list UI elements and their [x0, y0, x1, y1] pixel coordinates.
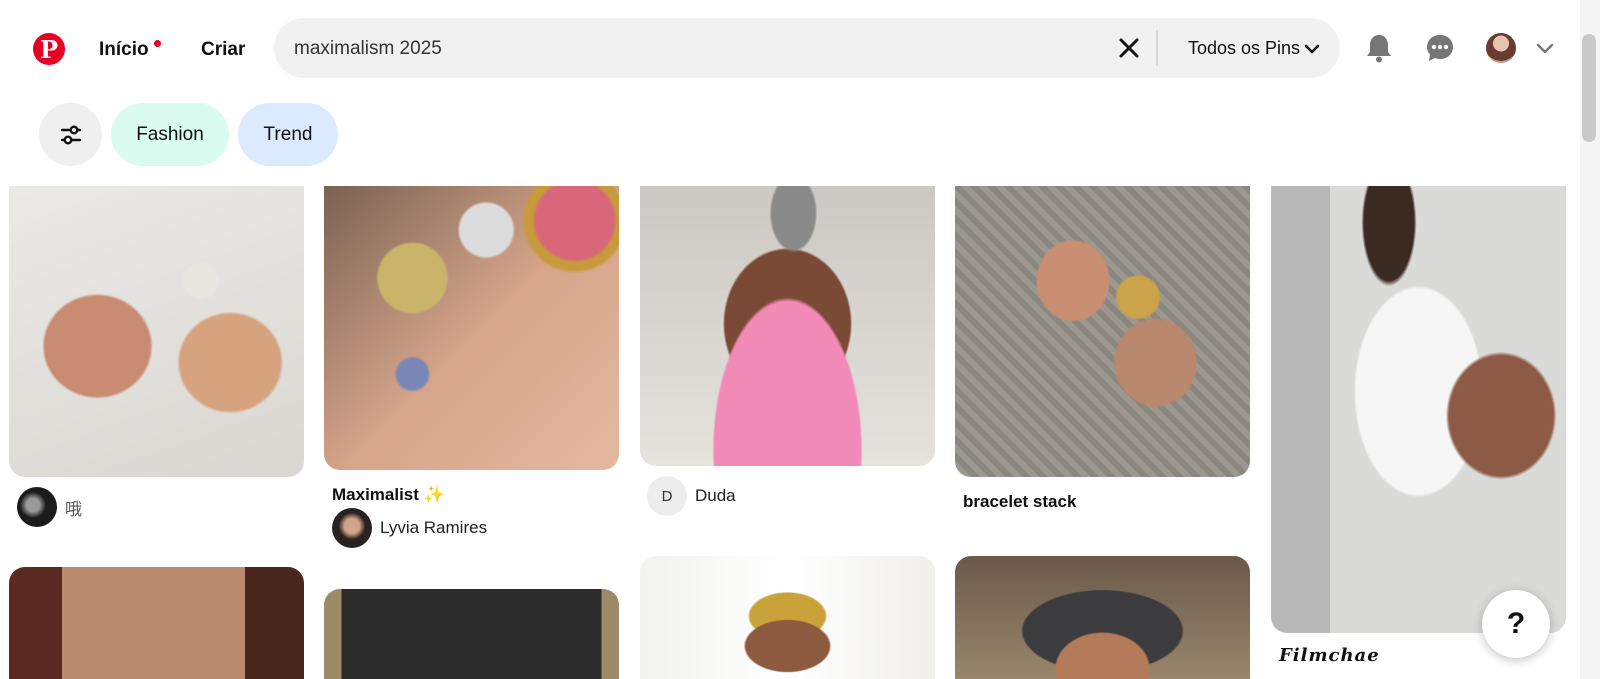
search-divider	[1156, 30, 1158, 66]
pin-image[interactable]	[640, 150, 935, 466]
help-button[interactable]: ?	[1482, 590, 1550, 658]
pin-title[interactable]: Maximalist ✨	[332, 485, 445, 505]
chevron-down-icon[interactable]	[1536, 42, 1554, 54]
pin-image[interactable]	[640, 556, 935, 679]
pin-image[interactable]	[324, 150, 619, 470]
scrollbar-thumb[interactable]	[1582, 34, 1596, 142]
notifications-button[interactable]	[1363, 32, 1395, 64]
pin-image[interactable]	[324, 589, 619, 679]
bell-icon	[1367, 35, 1391, 63]
top-bar: P Início Criar maximalism 2025 Todos os …	[0, 0, 1580, 98]
pin-title[interactable]: bracelet stack	[963, 492, 1076, 512]
pin-image[interactable]	[955, 150, 1250, 477]
pin-image[interactable]	[955, 556, 1250, 679]
nav-home[interactable]: Início	[99, 39, 149, 61]
filter-settings-button[interactable]	[39, 103, 102, 166]
notification-dot	[154, 40, 161, 47]
avatar: D	[647, 476, 687, 516]
pin-author[interactable]: 哦	[17, 487, 82, 527]
pin-title[interactable]: 𝑭𝒊𝒍𝒎𝒄𝒉𝒂𝒆	[1279, 645, 1380, 666]
chip-fashion[interactable]: Fashion	[111, 103, 229, 166]
pin-author[interactable]: D Duda	[647, 476, 736, 516]
search-input[interactable]: maximalism 2025	[294, 38, 442, 60]
sliders-icon	[60, 125, 81, 144]
close-icon[interactable]	[1116, 35, 1142, 61]
chip-trend[interactable]: Trend	[238, 103, 338, 166]
chevron-down-icon[interactable]	[1304, 43, 1320, 55]
nav-create[interactable]: Criar	[201, 39, 245, 61]
messages-button[interactable]	[1424, 32, 1456, 64]
filter-bar: Fashion Trend	[0, 98, 1580, 186]
user-avatar[interactable]	[1486, 33, 1516, 63]
avatar	[332, 508, 372, 548]
pin-image[interactable]	[9, 150, 304, 477]
search-scope-dropdown[interactable]: Todos os Pins	[1188, 38, 1300, 59]
avatar	[17, 487, 57, 527]
pin-author[interactable]: Lyvia Ramires	[332, 508, 487, 548]
pin-image[interactable]	[1271, 150, 1566, 633]
pin-image[interactable]	[9, 567, 304, 679]
search-bar[interactable]: maximalism 2025 Todos os Pins	[274, 18, 1340, 78]
pinterest-logo[interactable]: P	[33, 33, 65, 65]
chat-icon	[1427, 35, 1453, 61]
